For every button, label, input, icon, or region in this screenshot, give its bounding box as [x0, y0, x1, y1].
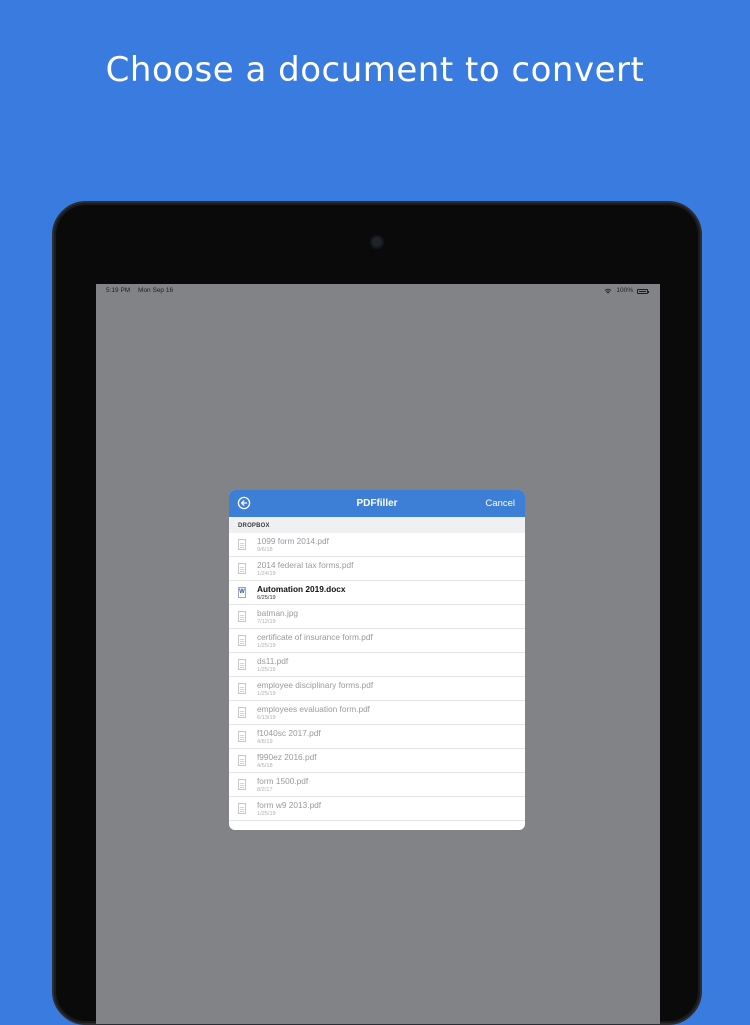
file-name: 1099 form 2014.pdf: [257, 536, 329, 546]
file-name: batman.jpg: [257, 608, 299, 618]
file-row: f990ez 2016.pdf 4/5/18: [229, 749, 525, 773]
pdf-file-icon: [238, 803, 246, 814]
file-row: 2014 federal tax forms.pdf 1/24/19: [229, 557, 525, 581]
file-date: 1/25/19: [257, 691, 276, 697]
pdf-file-icon: [238, 755, 246, 766]
image-file-icon: [238, 611, 246, 622]
dialog-title: PDFfiller: [356, 498, 398, 509]
file-row: certificate of insurance form.pdf 1/25/1…: [229, 629, 525, 653]
pdf-file-icon: [238, 635, 246, 646]
front-camera: [372, 237, 382, 247]
pdf-file-icon: [238, 563, 246, 574]
file-date: 8/2/17: [257, 787, 273, 793]
file-date: 6/13/19: [257, 715, 276, 721]
status-right: 100%: [604, 284, 649, 298]
tablet-device-frame: 5:19 PM Mon Sep 16 100% PDFfiller Cancel…: [52, 201, 702, 1025]
promo-headline: Choose a document to convert: [105, 50, 645, 90]
tablet-screen: 5:19 PM Mon Sep 16 100% PDFfiller Cancel…: [96, 284, 660, 1024]
pdf-file-icon: [238, 779, 246, 790]
file-row: ds11.pdf 1/25/19: [229, 653, 525, 677]
section-header-dropbox: DROPBOX: [229, 517, 525, 533]
status-bar: 5:19 PM Mon Sep 16 100%: [96, 284, 660, 298]
file-name: f1040sc 2017.pdf: [257, 728, 321, 738]
file-date: 9/6/18: [257, 547, 273, 553]
file-row-selectable[interactable]: Automation 2019.docx 6/25/19: [229, 581, 525, 605]
file-name: ds11.pdf: [257, 656, 289, 666]
status-date: Mon Sep 16: [138, 287, 174, 294]
pdf-file-icon: [238, 707, 246, 718]
word-file-icon: [238, 587, 246, 598]
file-date: 6/25/19: [257, 595, 276, 601]
file-row: f1040sc 2017.pdf 4/8/19: [229, 725, 525, 749]
file-name: employee disciplinary forms.pdf: [257, 680, 374, 690]
file-name: form 1500.pdf: [257, 776, 309, 786]
file-name: Automation 2019.docx: [257, 584, 346, 594]
file-name: certificate of insurance form.pdf: [257, 632, 373, 642]
file-row: form w9 2013.pdf 1/25/19: [229, 797, 525, 821]
file-date: 4/5/18: [257, 763, 273, 769]
file-row: form 1500.pdf 8/2/17: [229, 773, 525, 797]
dialog-header: PDFfiller Cancel: [229, 490, 525, 517]
cancel-button[interactable]: Cancel: [485, 490, 515, 517]
file-row: batman.jpg 7/12/19: [229, 605, 525, 629]
pdf-file-icon: [238, 731, 246, 742]
file-name: 2014 federal tax forms.pdf: [257, 560, 354, 570]
file-date: 1/25/19: [257, 643, 276, 649]
file-picker-dialog: PDFfiller Cancel DROPBOX 1099 form 2014.…: [229, 490, 525, 830]
file-date: 1/25/19: [257, 811, 276, 817]
file-row: 1099 form 2014.pdf 9/6/18: [229, 533, 525, 557]
file-name: f990ez 2016.pdf: [257, 752, 317, 762]
file-row: employees evaluation form.pdf 6/13/19: [229, 701, 525, 725]
status-left: 5:19 PM Mon Sep 16: [106, 284, 179, 298]
pdf-file-icon: [238, 659, 246, 670]
file-date: 4/8/19: [257, 739, 273, 745]
file-name: employees evaluation form.pdf: [257, 704, 370, 714]
wifi-icon: [604, 288, 612, 294]
pdf-file-icon: [238, 539, 246, 550]
battery-percent: 100%: [616, 287, 633, 294]
back-arrow-circle-icon: [237, 496, 251, 510]
back-button[interactable]: [237, 496, 251, 510]
file-date: 7/12/19: [257, 619, 276, 625]
status-time: 5:19 PM: [106, 287, 131, 294]
battery-icon: [637, 288, 649, 294]
file-list: 1099 form 2014.pdf 9/6/18 2014 federal t…: [229, 533, 525, 821]
file-row: employee disciplinary forms.pdf 1/25/19: [229, 677, 525, 701]
pdf-file-icon: [238, 683, 246, 694]
file-name: form w9 2013.pdf: [257, 800, 322, 810]
battery-level-fill: [639, 290, 646, 292]
file-date: 1/24/19: [257, 571, 276, 577]
file-date: 1/25/19: [257, 667, 276, 673]
